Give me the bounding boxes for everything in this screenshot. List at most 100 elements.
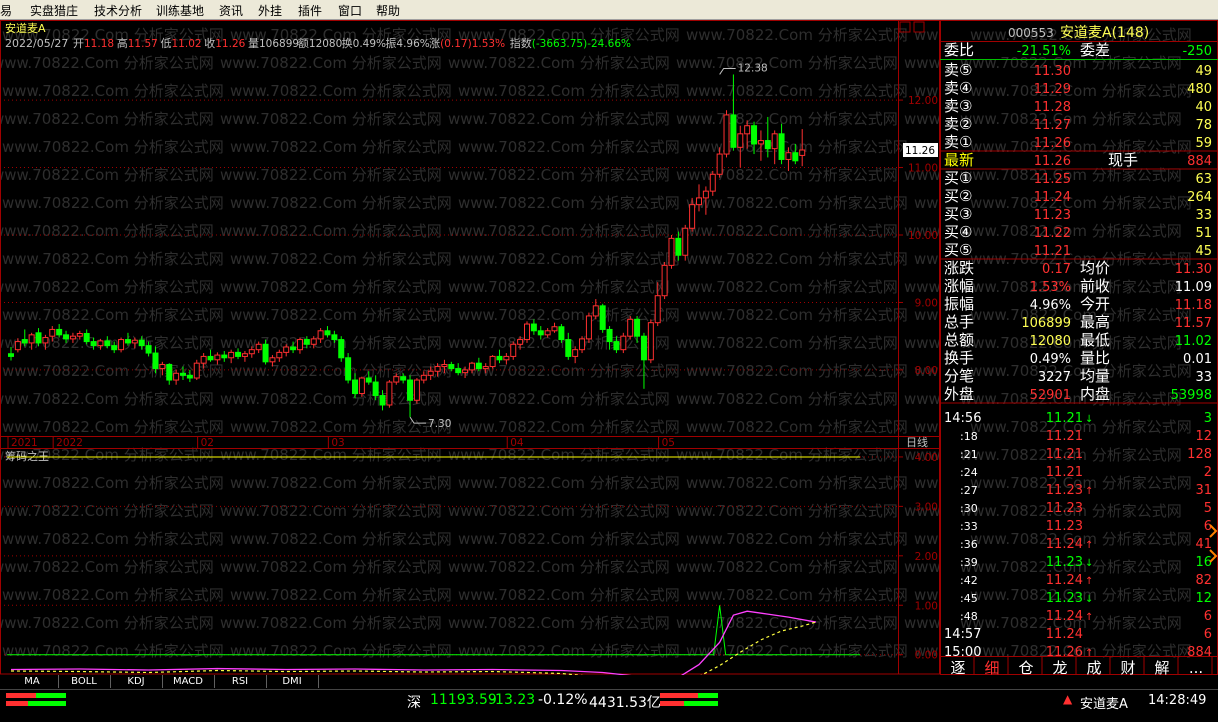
candle[interactable] (682, 224, 689, 261)
candle[interactable] (620, 332, 627, 354)
sell-volume: 40 (1195, 100, 1212, 115)
candle-body (111, 345, 118, 351)
watermark-text: www.70822.Com 分析家公式网 (676, 166, 898, 184)
menu-item[interactable]: 实盘猎庄 (30, 2, 78, 19)
candle-body (764, 140, 771, 150)
tab-ma[interactable]: MA (6, 675, 59, 688)
indicator-tick-label: 3.00 (915, 501, 938, 513)
tick-volume: 6 (1204, 609, 1212, 624)
candle-body (131, 339, 138, 344)
stat-value: 1.53% (1030, 280, 1071, 295)
tick-time: :21 (960, 448, 978, 461)
candle[interactable] (193, 359, 200, 381)
candle[interactable] (647, 319, 654, 364)
candle[interactable] (413, 378, 420, 404)
candle-body (448, 364, 455, 370)
candle-body (792, 152, 799, 162)
menu-item[interactable]: 训练基地 (156, 2, 204, 19)
tab-kdj[interactable]: KDJ (110, 675, 163, 688)
candle[interactable] (386, 380, 393, 408)
candle[interactable] (118, 337, 125, 353)
bottom-tab[interactable]: 细 (984, 659, 999, 675)
menu-item[interactable]: 帮助 (376, 2, 400, 19)
candle[interactable] (358, 376, 365, 397)
weibi-label: 委比 (944, 41, 974, 59)
stat-value: 12080 (1030, 334, 1071, 349)
buy-label: 买① (944, 169, 972, 187)
watermark-text: www.70822.Com 分析家公式网 (904, 278, 940, 296)
watermark-text: www.70822.Com 分析家公式网 (676, 278, 898, 296)
info-label: 换 (342, 36, 353, 50)
watermark-text: www.70822.Com 分析家公式网 (914, 194, 940, 212)
candle[interactable] (338, 336, 345, 362)
tab-macd[interactable]: MACD (162, 675, 215, 688)
candle[interactable] (585, 312, 592, 343)
bottom-tab[interactable]: ... (1189, 659, 1203, 675)
index-pct: -0.12% (538, 692, 588, 708)
tick-price: 11.24 (1046, 537, 1083, 552)
tab-rsi[interactable]: RSI (214, 675, 267, 688)
stat-label2: 均量 (1080, 367, 1110, 385)
stock-code-name: 安道麦A(148) (1060, 25, 1149, 41)
indicator-title: 筹码之王 (5, 449, 49, 463)
bottom-tab[interactable]: 龙 (1052, 659, 1067, 675)
indicator-tick-label: 2.00 (915, 551, 938, 563)
bottom-tab[interactable]: 财 (1120, 659, 1135, 675)
bottom-tab[interactable]: 逐 (950, 659, 965, 675)
candle[interactable] (627, 315, 634, 340)
candle[interactable] (524, 321, 530, 343)
tab-dmi[interactable]: DMI (266, 675, 319, 688)
candle[interactable] (345, 353, 352, 384)
sell-price: 11.27 (1034, 118, 1071, 133)
menu-item[interactable]: 窗口 (338, 2, 362, 19)
kline-chart[interactable]: www.70822.Com 分析家公式网 www.70822.Com 分析家公式网… (0, 20, 940, 675)
watermark-text: www.70822.Com 分析家公式网 (448, 110, 670, 128)
candle[interactable] (489, 355, 496, 369)
menu-item[interactable]: 易 (0, 2, 12, 19)
bottom-tab[interactable]: 仓 (1018, 659, 1033, 675)
tick-price: 11.23 (1046, 591, 1083, 606)
menu-item[interactable]: 外挂 (258, 2, 282, 19)
watermark-text: www.70822.Com 分析家公式网 (448, 390, 670, 408)
candle[interactable] (668, 235, 675, 269)
tick-price: 11.21 (1046, 465, 1083, 480)
bottom-tab[interactable]: 成 (1086, 659, 1101, 675)
menu-item[interactable]: 技术分析 (94, 2, 142, 19)
candle-body (21, 339, 28, 344)
candle-body (173, 372, 180, 381)
candle-body (159, 364, 166, 370)
watermark-text: www.70822.Com 分析家公式网 (220, 614, 442, 632)
weicha-label: 委差 (1080, 41, 1110, 59)
tab-boll[interactable]: BOLL (58, 675, 111, 688)
candle[interactable] (723, 110, 730, 158)
market-label: 深 (407, 695, 421, 711)
watermark-text: www.70822.Com 分析家公式网 (2, 250, 224, 268)
outer-inner-label2: 内盘 (1080, 385, 1110, 403)
buy-volume: 45 (1195, 244, 1212, 259)
candle-body (118, 339, 125, 351)
price-tick-label: 12.00 (908, 95, 938, 107)
watermark-text: www.70822.Com 分析家公式网 (686, 530, 908, 548)
watermark-text: www.70822.Com 分析家公式网 (914, 26, 940, 44)
watermark-text: www.70822.Com 分析家公式网 (448, 558, 670, 576)
menu-item[interactable]: 资讯 (219, 2, 243, 19)
watermark-text: www.70822.Com 分析家公式网 (220, 278, 442, 296)
candle-body (214, 354, 221, 361)
watermark-text: www.70822.Com 分析家公式网 (686, 250, 908, 268)
candle[interactable] (661, 261, 668, 300)
candle[interactable] (599, 303, 606, 333)
watermark-text: www.70822.Com 分析家公式网 (2, 82, 224, 100)
period-label[interactable]: 日线 (906, 435, 928, 449)
watermark-text: www.70822.Com 分析家公式网 (2, 306, 224, 324)
watermark-text: www.70822.Com 分析家公式网 (2, 530, 224, 548)
up-down-ratio (660, 693, 718, 707)
watermark-text: www.70822.Com 分析家公式网 (220, 166, 442, 184)
bottom-tab[interactable]: 解 (1154, 659, 1169, 675)
tick-price: 11.23 (1046, 483, 1083, 498)
watermark-text: www.70822.Com 分析家公式网 (686, 306, 908, 324)
stat-value: 106899 (1021, 316, 1071, 331)
watermark-text: www.70822.Com 分析家公式网 (914, 474, 940, 492)
status-time: 14:28:49 (1148, 693, 1207, 708)
menu-item[interactable]: 插件 (298, 2, 322, 19)
tick-time: 14:56 (944, 411, 981, 426)
